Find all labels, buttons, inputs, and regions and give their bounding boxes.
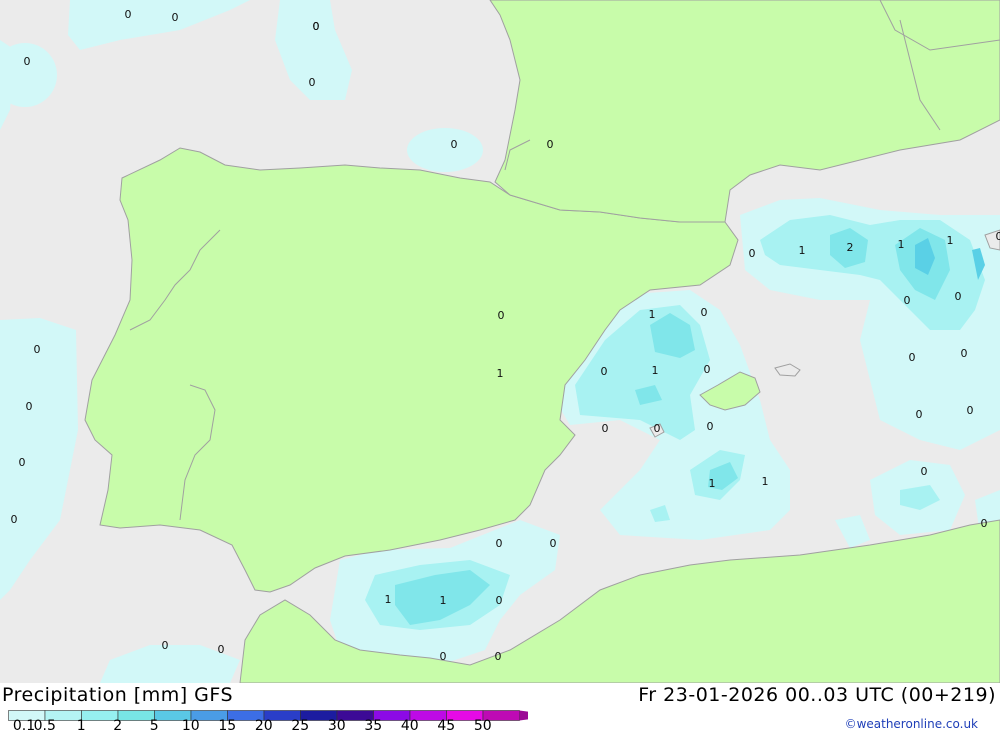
value-label: 0: [19, 456, 26, 469]
value-label: 0: [313, 20, 320, 33]
value-label: 0: [496, 594, 503, 607]
value-label: 0: [921, 465, 928, 478]
value-label: 0: [451, 138, 458, 151]
value-label: 0: [498, 309, 505, 322]
value-label: 1: [898, 238, 905, 251]
legend-tick-label: 40: [401, 718, 419, 734]
value-label: 1: [762, 475, 769, 488]
value-label: 0: [967, 404, 974, 417]
value-label: 1: [652, 364, 659, 377]
value-label: 0: [749, 247, 756, 260]
legend-tick-label: 5: [150, 718, 159, 734]
legend-tick-label: 10: [182, 718, 200, 734]
value-label: 0: [34, 343, 41, 356]
credit-link[interactable]: ©weatheronline.co.uk: [845, 717, 978, 731]
value-label: 0: [955, 290, 962, 303]
legend-tick-label: 1: [77, 718, 86, 734]
legend-tick-label: 0.5: [34, 718, 56, 734]
value-label: 0: [125, 8, 132, 21]
value-label: 0: [496, 537, 503, 550]
value-label: 1: [709, 477, 716, 490]
value-label: 1: [947, 234, 954, 247]
legend-tick-label: 0.1: [13, 718, 35, 734]
value-label: 0: [916, 408, 923, 421]
legend-tick-labels: 0.10.5125101520253035404550: [0, 718, 540, 734]
value-label: 0: [26, 400, 33, 413]
legend-tick-label: 2: [113, 718, 122, 734]
value-label: 0: [550, 537, 557, 550]
valid-time: Fr 23-01-2026 00..03 UTC (00+219): [638, 684, 996, 706]
value-label: 0: [996, 230, 1000, 243]
value-label: 0: [909, 351, 916, 364]
value-label: 1: [799, 244, 806, 257]
value-label: 1: [385, 593, 392, 606]
legend-tick-label: 45: [437, 718, 455, 734]
value-label: 0: [701, 306, 708, 319]
value-label: 0: [495, 650, 502, 663]
legend-tick-label: 25: [291, 718, 309, 734]
map-title: Precipitation [mm] GFS: [2, 684, 233, 706]
legend-tick-label: 50: [474, 718, 492, 734]
value-label: 0: [440, 650, 447, 663]
value-label: 0: [172, 11, 179, 24]
value-label: 1: [497, 367, 504, 380]
value-label: 1: [649, 308, 656, 321]
value-label: 0: [218, 643, 225, 656]
legend-tick-label: 15: [218, 718, 236, 734]
value-label: 0: [601, 365, 608, 378]
value-label: 0: [547, 138, 554, 151]
value-label: 0: [11, 513, 18, 526]
value-label: 0: [981, 517, 988, 530]
legend-tick-label: 30: [328, 718, 346, 734]
value-label: 0: [707, 420, 714, 433]
value-label: 0: [654, 422, 661, 435]
map-footer: Precipitation [mm] GFS Fr 23-01-2026 00.…: [0, 683, 1000, 733]
value-label: 0: [602, 422, 609, 435]
value-label: 0: [309, 76, 316, 89]
legend-tick-label: 35: [364, 718, 382, 734]
value-label: 0: [162, 639, 169, 652]
value-label: 2: [847, 241, 854, 254]
legend-tick-label: 20: [255, 718, 273, 734]
value-label: 0: [704, 363, 711, 376]
value-label: 0: [904, 294, 911, 307]
value-label: 1: [440, 594, 447, 607]
value-label: 0: [961, 347, 968, 360]
value-label: 0: [24, 55, 31, 68]
precipitation-map[interactable]: 0 0 0 0 0 0 0 0 0 1 2 1 1 0 0 0 0 1 0 0 …: [0, 0, 1000, 683]
